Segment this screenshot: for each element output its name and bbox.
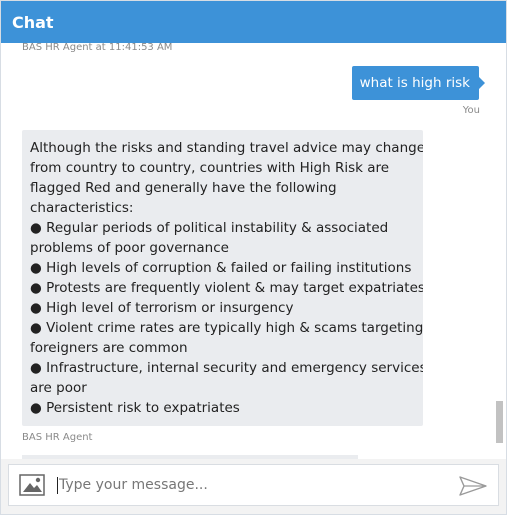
bot-sender-label: BAS HR Agent	[22, 432, 93, 443]
bot-message-line: are poor	[30, 380, 87, 396]
bot-message-line: foreigners are common	[30, 340, 188, 356]
transcript-scrollbar-track[interactable]	[496, 45, 504, 457]
bot-message-line: characteristics:	[30, 200, 134, 216]
chat-transcript[interactable]: BAS HR Agent at 11:41:53 AM what is high…	[1, 43, 506, 459]
chat-window: Chat BAS HR Agent at 11:41:53 AM what is…	[0, 0, 507, 515]
image-upload-icon[interactable]	[19, 474, 45, 496]
bot-message-line: ● High level of terrorism or insurgency	[30, 300, 294, 316]
bot-message-bubble: Although the risks and standing travel a…	[22, 130, 423, 426]
message-input[interactable]	[57, 471, 449, 499]
chat-title: Chat	[12, 12, 54, 32]
bot-message-line: Although the risks and standing travel a…	[30, 140, 423, 156]
bot-message-line: ● Protests are frequently violent & may …	[30, 280, 423, 296]
send-icon[interactable]	[458, 475, 488, 497]
bot-message-line: ● High levels of corruption & failed or …	[30, 260, 412, 276]
chat-header: Chat	[1, 1, 506, 43]
bot-message-line: ● Infrastructure, internal security and …	[30, 360, 423, 376]
bot-message-line: problems of poor governance	[30, 240, 229, 256]
user-message-bubble: what is high risk	[351, 66, 486, 100]
bot-message-line: ● Regular periods of political instabili…	[30, 220, 389, 236]
transcript-scrollbar-thumb[interactable]	[496, 401, 503, 443]
user-message-text: what is high risk	[359, 75, 470, 91]
message-input-box[interactable]	[8, 464, 499, 506]
bot-message-line: ● Persistent risk to expatriates	[30, 400, 240, 416]
user-sender-label: You	[462, 105, 480, 116]
bot-message-line: from country to country, countries with …	[30, 160, 390, 176]
bot-message-line: ● Violent crime rates are typically high…	[30, 320, 423, 336]
previous-message-timestamp: BAS HR Agent at 11:41:53 AM	[22, 43, 173, 53]
message-composer	[1, 459, 506, 514]
bot-message-line: flagged Red and generally have the follo…	[30, 180, 337, 196]
